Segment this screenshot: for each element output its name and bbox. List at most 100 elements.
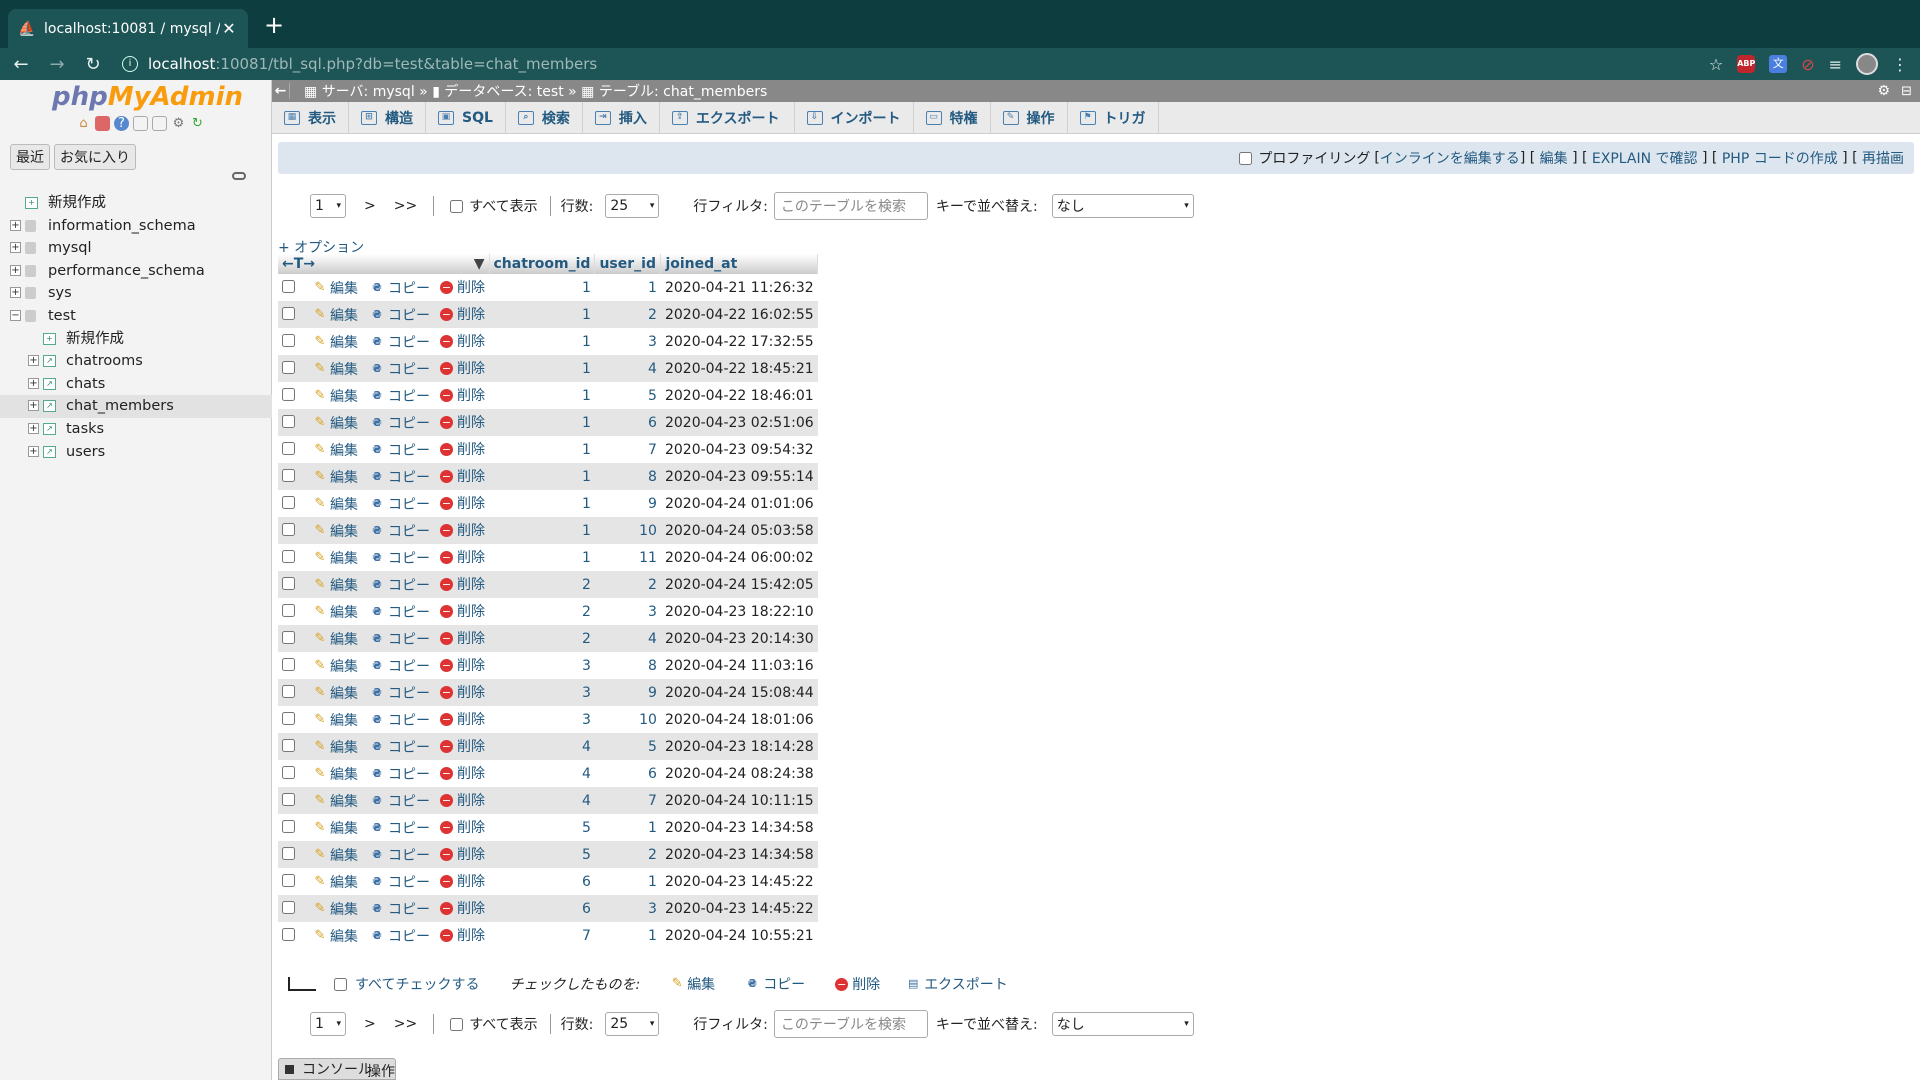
delete-button[interactable]: − 削除 bbox=[440, 385, 485, 405]
tree-item[interactable]: + information_schema bbox=[0, 215, 272, 238]
row-checkbox[interactable] bbox=[282, 631, 295, 645]
cell-chatroom-id[interactable]: 1 bbox=[489, 544, 595, 571]
delete-button[interactable]: − 削除 bbox=[440, 520, 485, 540]
delete-button[interactable]: − 削除 bbox=[440, 655, 485, 675]
help-icon[interactable]: ? bbox=[114, 116, 129, 131]
cell-joined-at[interactable]: 2020-04-24 01:01:06 bbox=[661, 490, 818, 517]
cell-joined-at[interactable]: 2020-04-24 15:42:05 bbox=[660, 571, 818, 598]
copy-button[interactable]: ₴ コピー bbox=[370, 278, 430, 298]
col-user-id[interactable]: user_id bbox=[594, 254, 662, 274]
delete-button[interactable]: − 削除 bbox=[440, 682, 485, 702]
reload-icon[interactable]: ↻ bbox=[78, 54, 108, 75]
browser-tab[interactable]: ⛵ localhost:10081 / mysql / test / ✕ bbox=[8, 9, 248, 48]
copy-button[interactable]: ₴ コピー bbox=[370, 386, 430, 406]
cell-joined-at[interactable]: 2020-04-23 02:51:06 bbox=[660, 409, 818, 436]
tab-insert[interactable]: ⇥ 挿入 bbox=[583, 102, 660, 134]
cell-chatroom-id[interactable]: 1 bbox=[489, 328, 595, 355]
copy-button[interactable]: ₴ コピー bbox=[370, 818, 430, 838]
cell-user-id[interactable]: 4 bbox=[594, 355, 661, 382]
edit-button[interactable]: ✎ 編集 bbox=[313, 656, 358, 676]
row-filter-input[interactable]: このテーブルを検索 bbox=[773, 192, 928, 220]
expand-icon[interactable]: + bbox=[28, 422, 39, 434]
cell-user-id[interactable]: 7 bbox=[595, 436, 661, 463]
tab-import[interactable]: ⇩ インポート bbox=[795, 102, 914, 134]
cell-chatroom-id[interactable]: 3 bbox=[489, 706, 595, 733]
delete-button[interactable]: − 削除 bbox=[440, 763, 485, 783]
row-checkbox[interactable] bbox=[282, 523, 295, 537]
sort-select[interactable]: なし ▾ bbox=[1051, 194, 1194, 218]
copy-button[interactable]: ₴ コピー bbox=[370, 521, 430, 541]
edit-button[interactable]: ✎ 編集 bbox=[313, 467, 358, 487]
forward-icon[interactable]: → bbox=[42, 54, 72, 75]
refresh-link[interactable]: 再描画 bbox=[1862, 148, 1904, 168]
translate-icon[interactable]: 文 bbox=[1769, 55, 1788, 73]
cell-chatroom-id[interactable]: 1 bbox=[489, 274, 595, 301]
menu-dots-icon[interactable]: ⋮ bbox=[1892, 55, 1908, 74]
cell-joined-at[interactable]: 2020-04-23 18:14:28 bbox=[660, 733, 818, 760]
cell-chatroom-id[interactable]: 1 bbox=[489, 355, 595, 382]
expand-icon[interactable]: + bbox=[10, 219, 21, 231]
check-all-checkbox[interactable] bbox=[334, 977, 347, 991]
cell-user-id[interactable]: 1 bbox=[595, 868, 661, 895]
cell-chatroom-id[interactable]: 1 bbox=[489, 409, 595, 436]
delete-button[interactable]: − 削除 bbox=[440, 628, 485, 648]
show-all-checkbox[interactable] bbox=[450, 199, 464, 213]
copy-button[interactable]: ₴ コピー bbox=[370, 305, 430, 325]
next-page-button-bottom[interactable]: > bbox=[364, 1016, 376, 1032]
copy-button[interactable]: ₴ コピー bbox=[370, 926, 430, 946]
tab-search[interactable]: ⌕ 検索 bbox=[506, 102, 583, 134]
docs2-icon[interactable] bbox=[152, 116, 167, 131]
row-checkbox[interactable] bbox=[282, 820, 295, 834]
row-checkbox[interactable] bbox=[282, 793, 295, 807]
copy-button[interactable]: ₴ コピー bbox=[370, 683, 430, 703]
php-code-link[interactable]: PHP コードの作成 bbox=[1722, 148, 1838, 168]
reload-nav-icon[interactable]: ↻ bbox=[190, 116, 205, 131]
show-all-checkbox-bottom[interactable] bbox=[450, 1017, 464, 1031]
cell-chatroom-id[interactable]: 4 bbox=[489, 787, 595, 814]
expand-icon[interactable]: + bbox=[10, 264, 21, 276]
cell-user-id[interactable]: 8 bbox=[595, 652, 661, 679]
cell-user-id[interactable]: 4 bbox=[594, 625, 661, 652]
cell-chatroom-id[interactable]: 5 bbox=[489, 814, 595, 841]
cell-chatroom-id[interactable]: 3 bbox=[489, 679, 595, 706]
delete-button[interactable]: − 削除 bbox=[440, 277, 485, 297]
docs-icon[interactable] bbox=[133, 116, 148, 131]
cell-joined-at[interactable]: 2020-04-23 14:45:22 bbox=[660, 895, 818, 922]
tree-item[interactable]: + 新規作成 bbox=[0, 328, 272, 351]
edit-button[interactable]: ✎ 編集 bbox=[313, 386, 358, 406]
edit-button[interactable]: ✎ 編集 bbox=[313, 413, 358, 433]
cell-chatroom-id[interactable]: 1 bbox=[489, 517, 595, 544]
cell-joined-at[interactable]: 2020-04-24 11:03:16 bbox=[661, 652, 818, 679]
tab-export[interactable]: ⇪ エクスポート bbox=[660, 102, 795, 134]
page-settings-icon[interactable]: ⚙ bbox=[1877, 83, 1890, 99]
edit-button[interactable]: ✎ 編集 bbox=[313, 737, 358, 757]
settings-gear-icon[interactable]: ⚙ bbox=[171, 116, 186, 131]
breadcrumb-table[interactable]: テーブル: chat_members bbox=[599, 84, 767, 100]
edit-button[interactable]: ✎ 編集 bbox=[313, 332, 358, 352]
cell-joined-at[interactable]: 2020-04-24 10:55:21 bbox=[661, 922, 818, 949]
row-checkbox[interactable] bbox=[282, 496, 295, 510]
cell-chatroom-id[interactable]: 5 bbox=[489, 841, 595, 868]
cell-user-id[interactable]: 6 bbox=[595, 760, 661, 787]
copy-button[interactable]: ₴ コピー bbox=[370, 737, 430, 757]
edit-button[interactable]: ✎ 編集 bbox=[313, 548, 358, 568]
cell-chatroom-id[interactable]: 2 bbox=[489, 625, 595, 652]
edit-button[interactable]: ✎ 編集 bbox=[313, 278, 358, 298]
cell-user-id[interactable]: 2 bbox=[594, 571, 661, 598]
delete-button[interactable]: − 削除 bbox=[440, 493, 485, 513]
expand-icon[interactable]: + bbox=[10, 287, 21, 299]
copy-button[interactable]: ₴ コピー bbox=[370, 467, 430, 487]
breadcrumb-database[interactable]: データベース: test bbox=[444, 84, 563, 100]
delete-button[interactable]: − 削除 bbox=[440, 709, 485, 729]
delete-button[interactable]: − 削除 bbox=[440, 790, 485, 810]
cell-user-id[interactable]: 2 bbox=[594, 301, 661, 328]
cell-user-id[interactable]: 2 bbox=[594, 841, 661, 868]
cell-user-id[interactable]: 5 bbox=[594, 733, 661, 760]
expand-icon[interactable]: + bbox=[28, 445, 39, 457]
edit-button[interactable]: ✎ 編集 bbox=[313, 899, 358, 919]
copy-button[interactable]: ₴ コピー bbox=[370, 494, 430, 514]
link-icon[interactable] bbox=[232, 172, 246, 180]
row-checkbox[interactable] bbox=[282, 766, 295, 780]
edit-button[interactable]: ✎ 編集 bbox=[313, 791, 358, 811]
copy-button[interactable]: ₴ コピー bbox=[370, 332, 430, 352]
